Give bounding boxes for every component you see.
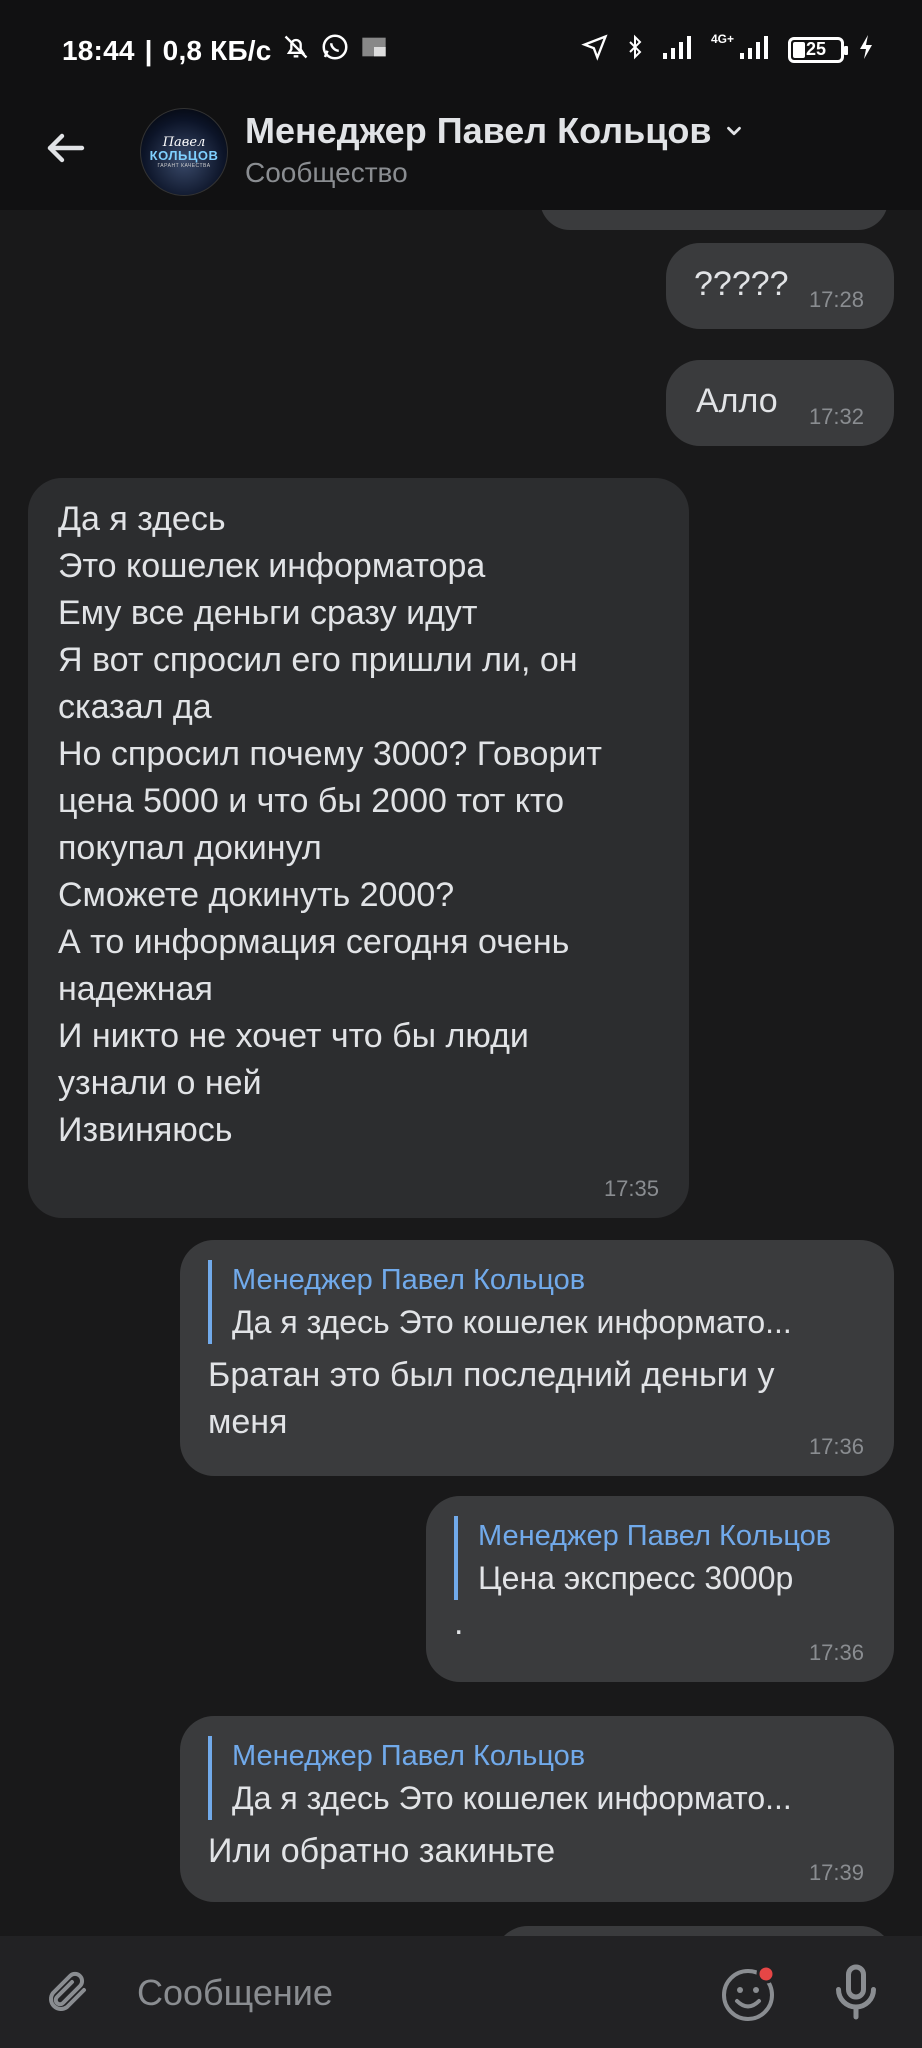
status-bar: 18:44 | 0,8 КБ/с 4G+ 25 bbox=[0, 0, 922, 100]
reply-text: Да я здесь Это кошелек информато... bbox=[232, 1780, 792, 1816]
avatar-text-1: Павел bbox=[162, 134, 206, 150]
emoji-button[interactable] bbox=[718, 1962, 780, 2024]
status-separator: | bbox=[144, 34, 153, 66]
reply-text: Цена экспресс 3000р bbox=[478, 1560, 794, 1596]
smile-icon bbox=[722, 1964, 776, 2021]
message-bubble[interactable]: Менеджер Павел Кольцов Да я здесь Это ко… bbox=[180, 1240, 894, 1476]
message-text: Алло bbox=[696, 382, 778, 420]
bell-muted-icon bbox=[282, 33, 310, 68]
message-bubble[interactable]: Алло 17:32 bbox=[666, 360, 894, 446]
message-list[interactable]: ????? 17:28 Алло 17:32 Да я здесь Это ко… bbox=[0, 210, 922, 1936]
microphone-icon bbox=[836, 1964, 876, 2020]
message-time: 17:36 bbox=[808, 1434, 864, 1459]
chat-title[interactable]: Менеджер Павел Кольцов bbox=[245, 110, 745, 152]
charging-icon bbox=[858, 33, 874, 66]
reply-author: Менеджер Павел Кольцов bbox=[232, 1740, 586, 1772]
message-input[interactable] bbox=[135, 1964, 699, 2022]
message-text: ????? bbox=[694, 265, 789, 303]
status-left: 18:44 | 0,8 КБ/с bbox=[62, 32, 388, 69]
location-icon bbox=[581, 33, 609, 66]
status-speed: 0,8 КБ/с bbox=[162, 34, 272, 66]
message-text: Да я здесь Это кошелек информатора Ему в… bbox=[58, 500, 602, 1149]
status-right: 4G+ 25 bbox=[581, 32, 874, 67]
message-time: 17:32 bbox=[808, 404, 864, 429]
message-time: 17:39 bbox=[808, 1860, 864, 1885]
message-time: 17:28 bbox=[808, 287, 864, 312]
message-bubble[interactable]: Менеджер Павел Кольцов Цена экспресс 300… bbox=[426, 1496, 894, 1682]
battery-icon: 25 bbox=[788, 36, 848, 63]
reply-text: Да я здесь Это кошелек информато... bbox=[232, 1304, 792, 1340]
app-notification-icon bbox=[360, 33, 388, 68]
avatar-text-3: ГАРАНТ КАЧЕСТВА bbox=[157, 162, 211, 169]
avatar[interactable]: Павел КОЛЬЦОВ ГАРАНТ КАЧЕСТВА bbox=[140, 108, 228, 196]
chevron-down-icon bbox=[727, 126, 742, 136]
signal-icon-2 bbox=[738, 33, 774, 66]
message-time: 17:36 bbox=[808, 1640, 864, 1665]
reply-author: Менеджер Павел Кольцов bbox=[232, 1264, 586, 1296]
network-type: 4G+ bbox=[710, 32, 734, 46]
message-text: . bbox=[454, 1604, 464, 1642]
message-bubble[interactable]: Да я здесь Это кошелек информатора Ему в… bbox=[28, 478, 689, 1218]
chat-title-text: Менеджер Павел Кольцов bbox=[245, 110, 712, 151]
whatsapp-icon bbox=[320, 32, 350, 69]
screen: 18:44 | 0,8 КБ/с 4G+ 25 Павел КОЛЬЦОВ ГА… bbox=[0, 0, 922, 2048]
message-bubble-partial bbox=[494, 1926, 894, 1936]
composer bbox=[0, 1936, 922, 2048]
attach-button[interactable] bbox=[38, 1964, 94, 2020]
chat-subtitle: Сообщество bbox=[245, 157, 408, 188]
signal-icon bbox=[661, 33, 697, 66]
reply-preview[interactable]: Менеджер Павел Кольцов Да я здесь Это ко… bbox=[208, 1736, 858, 1820]
avatar-text-2: КОЛЬЦОВ bbox=[149, 147, 219, 163]
reply-preview[interactable]: Менеджер Павел Кольцов Цена экспресс 300… bbox=[454, 1516, 874, 1600]
message-bubble-partial bbox=[540, 210, 888, 230]
message-text: Или обратно закиньте bbox=[208, 1832, 556, 1870]
microphone-button[interactable] bbox=[826, 1960, 886, 2024]
paperclip-icon bbox=[49, 1971, 86, 2011]
message-time: 17:35 bbox=[603, 1176, 659, 1201]
message-bubble[interactable]: Менеджер Павел Кольцов Да я здесь Это ко… bbox=[180, 1716, 894, 1902]
message-bubble[interactable]: ????? 17:28 bbox=[666, 243, 894, 329]
bluetooth-icon bbox=[623, 32, 647, 67]
back-button[interactable] bbox=[36, 118, 96, 178]
arrow-left-icon bbox=[47, 133, 85, 163]
message-text: Братан это был последний деньги у меня bbox=[208, 1356, 775, 1441]
status-time: 18:44 bbox=[62, 34, 135, 66]
reply-author: Менеджер Павел Кольцов bbox=[478, 1520, 832, 1552]
reply-preview[interactable]: Менеджер Павел Кольцов Да я здесь Это ко… bbox=[208, 1260, 858, 1344]
chat-header: Павел КОЛЬЦОВ ГАРАНТ КАЧЕСТВА Менеджер П… bbox=[0, 100, 922, 210]
battery-level: 25 bbox=[805, 39, 827, 59]
